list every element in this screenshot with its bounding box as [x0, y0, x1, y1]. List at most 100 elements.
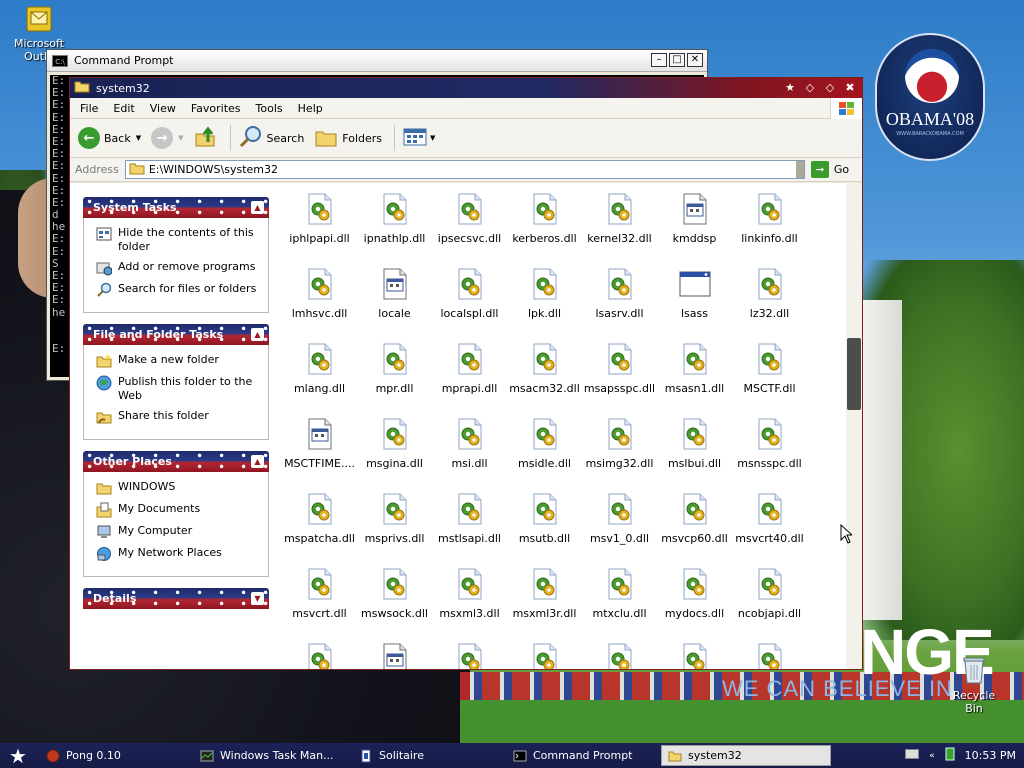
chevron-down-icon[interactable]: ▼	[178, 134, 183, 142]
menu-file[interactable]: File	[80, 102, 98, 115]
cmd-titlebar[interactable]: C:\ Command Prompt – □ ✕	[47, 50, 707, 72]
start-button[interactable]: ★	[0, 743, 36, 768]
chevron-down-icon[interactable]: ▼	[136, 134, 141, 142]
task-link[interactable]: Add or remove programs	[96, 260, 260, 276]
menu-tools[interactable]: Tools	[256, 102, 283, 115]
file-item[interactable]: kerberos.dll	[507, 193, 582, 245]
chevron-up-icon[interactable]: ▲	[251, 328, 264, 341]
folders-button[interactable]: Folders	[314, 126, 382, 151]
task-link[interactable]: My Computer	[96, 524, 260, 540]
file-item[interactable]: mstlsapi.dll	[432, 493, 507, 545]
file-item[interactable]	[657, 643, 732, 669]
minimize-button[interactable]: ◇	[802, 80, 818, 96]
task-group-header[interactable]: File and Folder Tasks ▲	[83, 324, 269, 345]
cmd-close-button[interactable]: ✕	[687, 53, 703, 67]
cmd-minimize-button[interactable]: –	[651, 53, 667, 67]
task-group-header[interactable]: System Tasks ▲	[83, 197, 269, 218]
file-item[interactable]: mpr.dll	[357, 343, 432, 395]
file-item[interactable]: msimg32.dll	[582, 418, 657, 470]
file-item[interactable]	[507, 643, 582, 669]
file-item[interactable]: iphlpapi.dll	[282, 193, 357, 245]
file-item[interactable]: ipsecsvc.dll	[432, 193, 507, 245]
file-item[interactable]	[732, 643, 807, 669]
close-button[interactable]: ✖	[842, 80, 858, 96]
file-item[interactable]: mspatcha.dll	[282, 493, 357, 545]
file-item[interactable]: localspl.dll	[432, 268, 507, 320]
search-button[interactable]: Search	[239, 125, 304, 152]
chevron-up-icon[interactable]: ▲	[251, 201, 264, 214]
address-dropdown[interactable]	[795, 161, 804, 178]
taskbar-button[interactable]: Pong 0.10	[40, 745, 190, 766]
chevron-down-icon[interactable]: ▼	[251, 592, 264, 605]
taskbar-button[interactable]: Windows Task Man...	[194, 745, 349, 766]
file-item[interactable]: MSCTFIME....	[282, 418, 357, 470]
file-item[interactable]: msv1_0.dll	[582, 493, 657, 545]
task-link[interactable]: My Documents	[96, 502, 260, 518]
menu-help[interactable]: Help	[298, 102, 323, 115]
file-item[interactable]: MSCTF.dll	[732, 343, 807, 395]
up-folder-button[interactable]	[194, 126, 218, 151]
file-item[interactable]: msvcrt.dll	[282, 568, 357, 620]
file-item[interactable]	[582, 643, 657, 669]
chevron-down-icon[interactable]: ▼	[430, 134, 435, 142]
task-group-header[interactable]: Details ▼	[83, 588, 269, 609]
task-link[interactable]: Make a new folder	[96, 353, 260, 369]
file-item[interactable]: lpk.dll	[507, 268, 582, 320]
file-item[interactable]: mtxclu.dll	[582, 568, 657, 620]
file-item[interactable]: kernel32.dll	[582, 193, 657, 245]
file-item[interactable]: msnsspc.dll	[732, 418, 807, 470]
file-item[interactable]: mydocs.dll	[657, 568, 732, 620]
task-link[interactable]: Share this folder	[96, 409, 260, 425]
file-item[interactable]: msasn1.dll	[657, 343, 732, 395]
file-item[interactable]: mswsock.dll	[357, 568, 432, 620]
chevron-up-icon[interactable]: ▲	[251, 455, 264, 468]
maximize-button[interactable]: ◇	[822, 80, 838, 96]
taskbar-button[interactable]: Command Prompt	[507, 745, 657, 766]
file-item[interactable]	[282, 643, 357, 669]
menu-view[interactable]: View	[150, 102, 176, 115]
address-input[interactable]: E:\WINDOWS\system32	[124, 160, 805, 179]
scrollbar-thumb[interactable]	[847, 338, 861, 410]
cmd-maximize-button[interactable]: □	[669, 53, 685, 67]
file-item[interactable]: mslbui.dll	[657, 418, 732, 470]
cmd-system-icon[interactable]: C:\	[52, 54, 68, 67]
menu-edit[interactable]: Edit	[113, 102, 134, 115]
file-item[interactable]: msvcrt40.dll	[732, 493, 807, 545]
file-item[interactable]: locale	[357, 268, 432, 320]
forward-button[interactable]: → ▼	[151, 127, 184, 149]
taskbar-button[interactable]: system32	[661, 745, 831, 766]
file-item[interactable]	[357, 643, 432, 669]
file-item[interactable]	[432, 643, 507, 669]
keyboard-icon[interactable]	[905, 749, 920, 762]
desktop-icon-recycle-bin[interactable]: Recycle Bin	[944, 655, 1004, 715]
file-item[interactable]: kmddsp	[657, 193, 732, 245]
file-item[interactable]: ncobjapi.dll	[732, 568, 807, 620]
file-item[interactable]: msidle.dll	[507, 418, 582, 470]
file-item[interactable]: msxml3.dll	[432, 568, 507, 620]
file-item[interactable]: mlang.dll	[282, 343, 357, 395]
file-item[interactable]: msvcp60.dll	[657, 493, 732, 545]
file-item[interactable]: ipnathlp.dll	[357, 193, 432, 245]
views-button[interactable]: ▼	[403, 127, 435, 150]
file-item[interactable]: mprapi.dll	[432, 343, 507, 395]
explorer-window[interactable]: system32 ★ ◇ ◇ ✖ File Edit View Favorite…	[69, 77, 863, 670]
file-item[interactable]: lmhsvc.dll	[282, 268, 357, 320]
tray-chevron-icon[interactable]: «	[929, 751, 935, 761]
vertical-scrollbar[interactable]	[846, 183, 862, 669]
go-button[interactable]: ➞ Go	[810, 161, 849, 178]
file-item[interactable]: msapsspc.dll	[582, 343, 657, 395]
task-link[interactable]: My Network Places	[96, 546, 260, 562]
file-item[interactable]: msutb.dll	[507, 493, 582, 545]
task-link[interactable]: WINDOWS	[96, 480, 260, 496]
file-item[interactable]: lsass	[657, 268, 732, 320]
file-item[interactable]: lsasrv.dll	[582, 268, 657, 320]
back-button[interactable]: ← Back ▼	[78, 127, 141, 149]
file-item[interactable]: lz32.dll	[732, 268, 807, 320]
file-item[interactable]: msprivs.dll	[357, 493, 432, 545]
clock[interactable]: 10:53 PM	[965, 749, 1016, 762]
file-item[interactable]: msgina.dll	[357, 418, 432, 470]
task-link[interactable]: Publish this folder to the Web	[96, 375, 260, 403]
battery-icon[interactable]	[945, 747, 955, 764]
file-item[interactable]: msxml3r.dll	[507, 568, 582, 620]
task-link[interactable]: Hide the contents of this folder	[96, 226, 260, 254]
